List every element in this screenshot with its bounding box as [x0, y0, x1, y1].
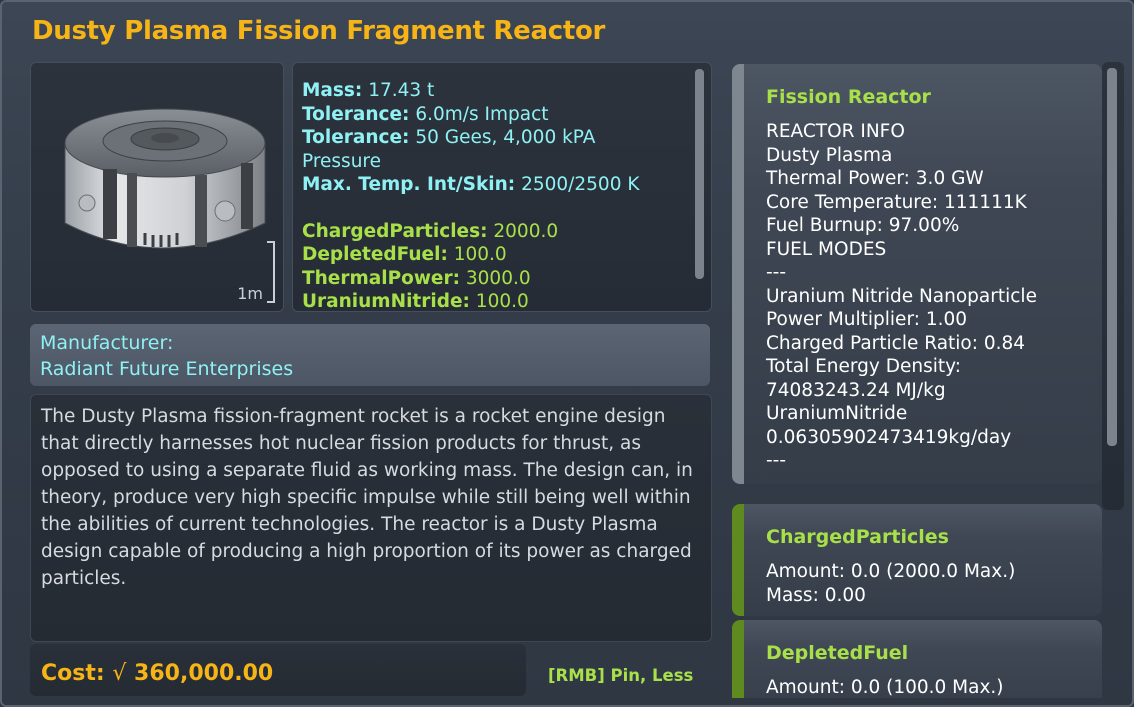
pin-hint: [RMB] Pin, Less [548, 666, 694, 685]
module-list[interactable]: Fission Reactor REACTOR INFO Dusty Plasm… [728, 62, 1124, 698]
cost-display: Cost: √ 360,000.00 [41, 661, 273, 686]
resource-value: 100.0 [447, 244, 507, 265]
funds-icon: √ [112, 661, 127, 686]
module-line: Total Energy Density: [766, 356, 961, 377]
mass-label: Mass: [302, 80, 363, 101]
description-panel: The Dusty Plasma fission-fragment rocket… [30, 394, 712, 642]
tolerance-impact-value: 6.0m/s Impact [409, 103, 549, 125]
resource-label: UraniumNitride: [302, 291, 470, 312]
module-fission-reactor: Fission Reactor REACTOR INFO Dusty Plasm… [732, 64, 1102, 484]
module-line: UraniumNitride [766, 403, 908, 424]
mass-row: Mass: 17.43 t [302, 79, 682, 103]
resource-row: DepletedFuel: 100.0 [302, 243, 682, 267]
module-line: Amount: 0.0 (2000.0 Max.) [766, 561, 1016, 582]
tolerance-label: Tolerance: [302, 103, 410, 125]
scale-label: 1m [237, 284, 263, 303]
module-line: FUEL MODES [766, 238, 887, 260]
tolerance-pressure-cont: Pressure [302, 150, 381, 172]
resource-label: ChargedParticles: [302, 220, 488, 242]
module-line: REACTOR INFO [766, 121, 905, 142]
module-depleted-fuel: DepletedFuel Amount: 0.0 (100.0 Max.) [732, 620, 1102, 698]
part-thumbnail-panel: 1m [30, 62, 284, 312]
module-title: ChargedParticles [766, 526, 949, 548]
resource-value: 3000.0 [460, 267, 531, 289]
max-temp-value: 2500/2500 K [515, 174, 640, 195]
reactor-part-thumbnail [64, 108, 266, 249]
module-line: Core Temperature: 111111K [766, 191, 1027, 213]
module-body: Amount: 0.0 (100.0 Max.) [766, 676, 1004, 698]
module-body: REACTOR INFO Dusty Plasma Thermal Power:… [766, 120, 1037, 473]
module-line: 74083243.24 MJ/kg [766, 379, 946, 401]
resource-value: 2000.0 [487, 220, 559, 242]
tolerance-gees-row: Tolerance: 50 Gees, 4,000 kPA [302, 126, 682, 150]
part-title: Dusty Plasma Fission Fragment Reactor [32, 16, 606, 46]
module-line: 0.06305902473419kg/day [766, 426, 1012, 448]
stats-scrollbar[interactable] [695, 69, 704, 279]
resource-row: UraniumNitride: 100.0 [302, 290, 682, 312]
resource-row: ThermalPower: 3000.0 [302, 267, 682, 291]
resource-value: 100.0 [469, 291, 529, 312]
module-body: Amount: 0.0 (2000.0 Max.) Mass: 0.00 [766, 560, 1015, 607]
module-line: Uranium Nitride Nanoparticle [766, 285, 1037, 307]
manufacturer-label: Manufacturer: [40, 332, 174, 354]
part-info-window: Dusty Plasma Fission Fragment Reactor 1m… [0, 0, 1134, 707]
max-temp-label: Max. Temp. Int/Skin: [302, 174, 516, 195]
module-line: --- [766, 450, 787, 471]
tolerance-impact-row: Tolerance: 6.0m/s Impact [302, 103, 682, 127]
module-line: Amount: 0.0 (100.0 Max.) [766, 677, 1004, 698]
module-line: Mass: 0.00 [766, 584, 866, 606]
part-stats-panel[interactable]: Mass: 17.43 t Tolerance: 6.0m/s Impact T… [292, 62, 712, 312]
module-title: Fission Reactor [766, 86, 931, 108]
cost-panel: Cost: √ 360,000.00 [30, 644, 526, 696]
resource-label: ThermalPower: [302, 267, 460, 289]
cost-label: Cost: [41, 661, 105, 686]
max-temp-row: Max. Temp. Int/Skin: 2500/2500 K [302, 173, 682, 197]
scale-bar [267, 241, 275, 303]
module-title: DepletedFuel [766, 642, 909, 664]
module-line: Fuel Burnup: 97.00% [766, 215, 960, 236]
resource-row: ChargedParticles: 2000.0 [302, 220, 682, 244]
module-line: Thermal Power: 3.0 GW [766, 168, 984, 189]
tolerance-label: Tolerance: [302, 127, 410, 148]
part-stats-list: Mass: 17.43 t Tolerance: 6.0m/s Impact T… [302, 79, 682, 312]
tolerance-gees-value: 50 Gees, 4,000 kPA [409, 127, 596, 148]
cost-value: 360,000.00 [134, 661, 274, 686]
module-line: Power Multiplier: 1.00 [766, 309, 968, 330]
module-charged-particles: ChargedParticles Amount: 0.0 (2000.0 Max… [732, 504, 1102, 616]
module-line: --- [766, 262, 787, 283]
manufacturer-name: Radiant Future Enterprises [40, 358, 294, 380]
module-line: Dusty Plasma [766, 144, 893, 166]
module-line: Charged Particle Ratio: 0.84 [766, 332, 1026, 354]
resource-label: DepletedFuel: [302, 244, 448, 265]
manufacturer-panel: Manufacturer: Radiant Future Enterprises [30, 324, 710, 386]
mass-value: 17.43 t [362, 80, 435, 101]
part-description: The Dusty Plasma fission-fragment rocket… [41, 406, 693, 589]
